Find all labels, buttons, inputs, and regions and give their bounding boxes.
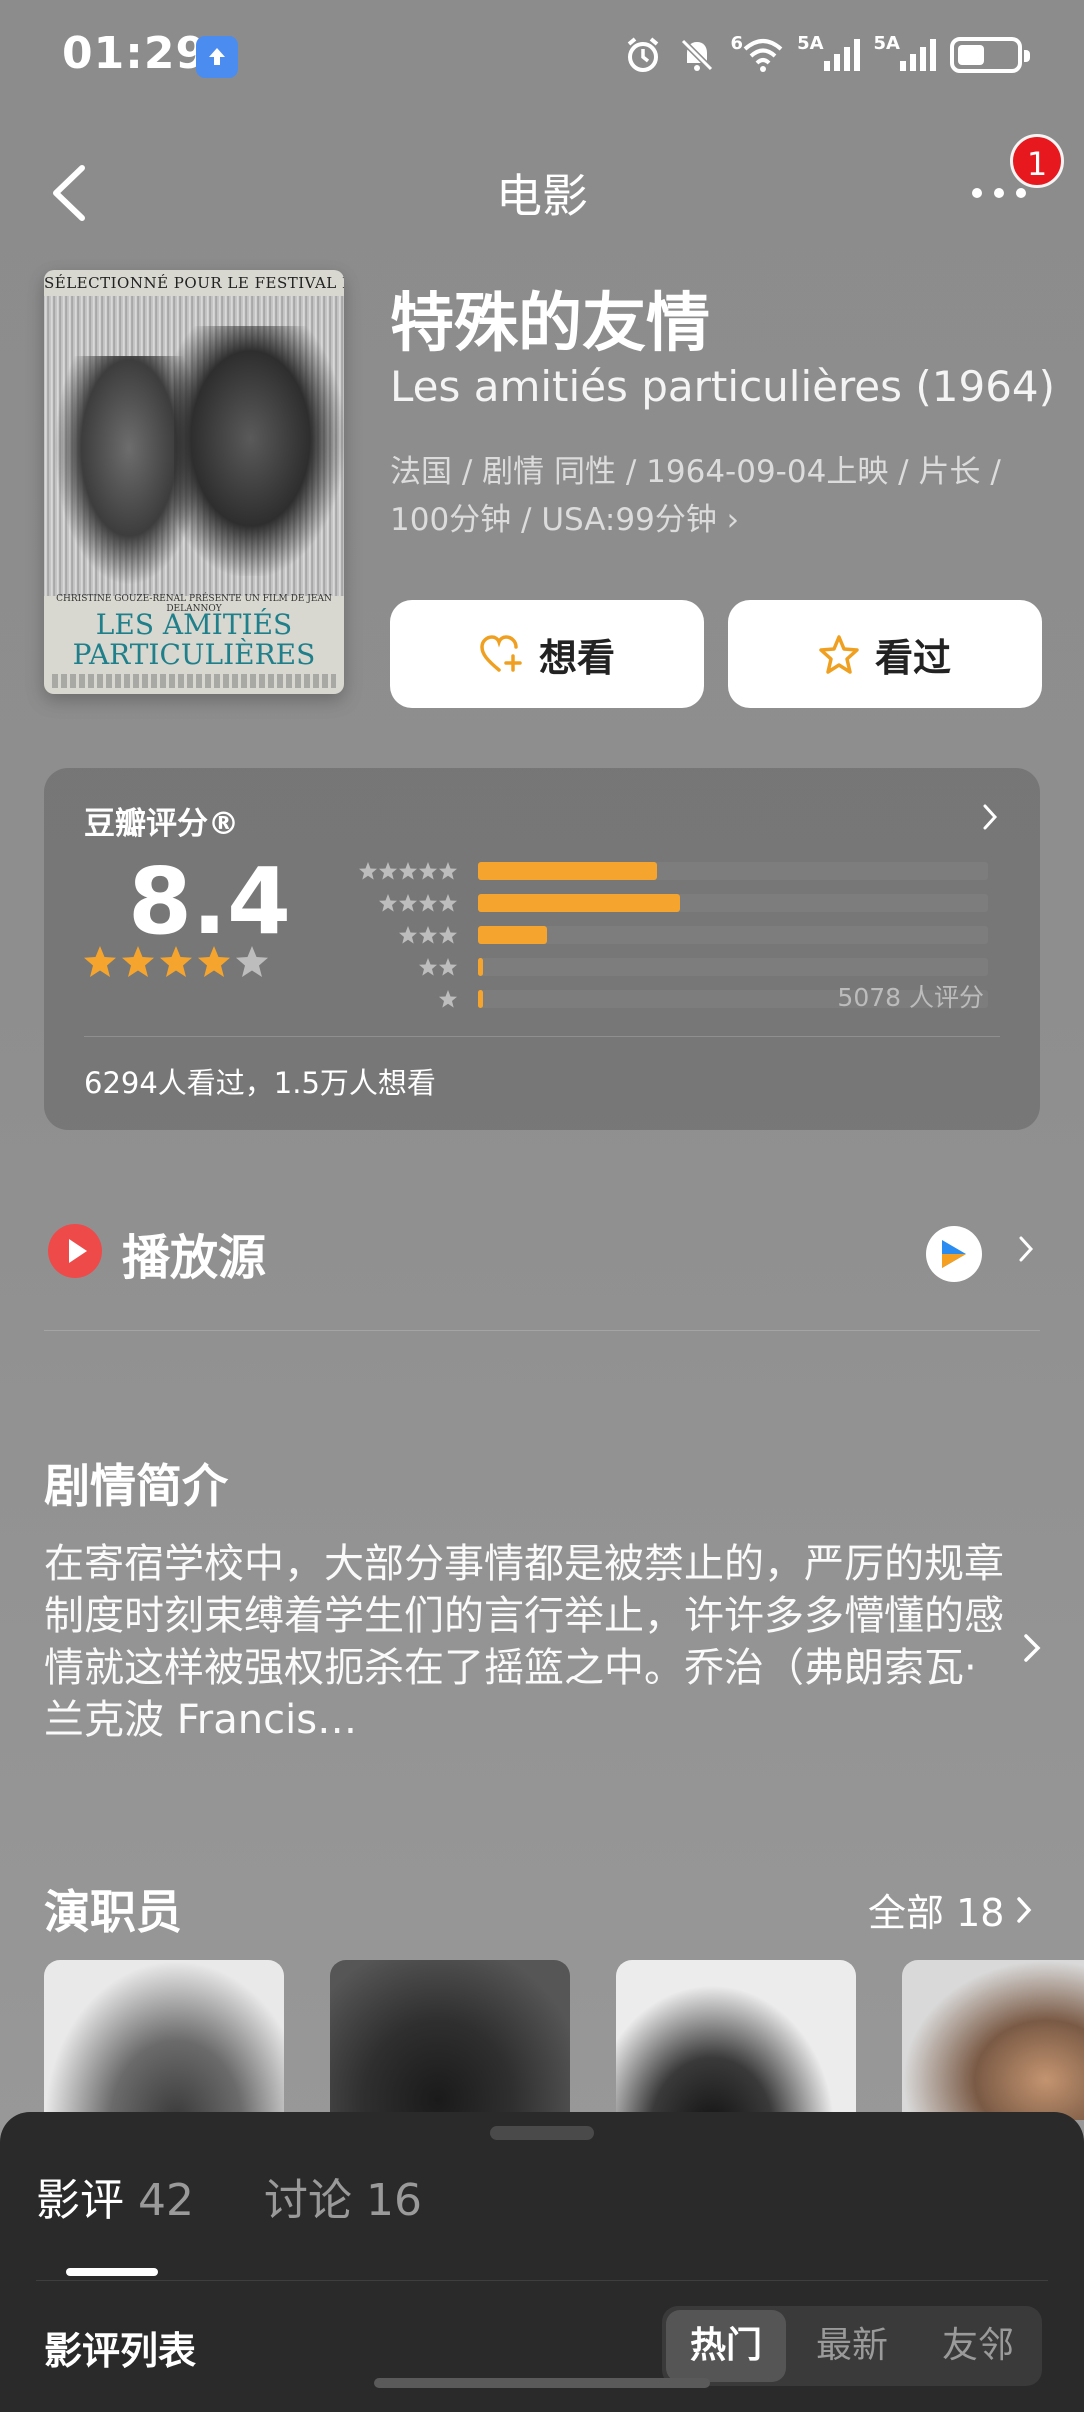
divider — [84, 1036, 1000, 1037]
tab-reviews-label: 影评 — [36, 2175, 124, 2226]
distribution-stars — [419, 958, 457, 976]
distribution-bar — [478, 990, 483, 1008]
poster-title: LES AMITIÉS PARTICULIÈRES — [44, 610, 344, 670]
movie-original-title: Les amitiés particulières (1964) — [390, 362, 1056, 411]
distribution-stars — [359, 862, 457, 880]
distribution-row — [379, 892, 988, 914]
synopsis-text[interactable]: 在寄宿学校中，大部分事情都是被禁止的，严厉的规章制度时刻束缚着学生们的言行举止，… — [44, 1538, 1004, 1746]
rating-stars — [82, 944, 270, 980]
distribution-track — [478, 958, 988, 976]
distribution-stars — [399, 926, 457, 944]
battery-icon — [950, 33, 1030, 77]
distribution-stars — [379, 894, 457, 912]
signal-label-2: 5A — [873, 32, 900, 54]
cast-photo[interactable] — [902, 1960, 1084, 2120]
movie-title: 特殊的友情 — [390, 287, 710, 361]
chevron-right-icon — [1016, 1234, 1036, 1268]
star-filled-icon — [198, 946, 230, 977]
tab-discussion[interactable]: 讨论 16 — [264, 2164, 422, 2228]
alarm-icon — [623, 33, 663, 77]
page-title: 电影 — [496, 169, 588, 223]
star-filled-icon — [160, 946, 192, 977]
want-to-watch-button[interactable]: 想看 — [390, 600, 704, 708]
poster-title-line1: LES AMITIÉS — [95, 608, 293, 641]
sort-friends[interactable]: 友邻 — [918, 2306, 1038, 2386]
distribution-bar — [478, 862, 657, 880]
distribution-row — [359, 860, 988, 882]
cast-all-label: 全部 18 — [868, 1891, 1005, 1935]
distribution-bar — [478, 894, 680, 912]
sort-latest[interactable]: 最新 — [792, 2306, 912, 2386]
chevron-right-icon — [1017, 1896, 1032, 1923]
watched-button[interactable]: 看过 — [728, 600, 1042, 708]
sheet-grabber[interactable] — [490, 2126, 594, 2140]
reviews-sheet: 影评 42 讨论 16 影评列表 热门 最新 友邻 — [0, 2112, 1084, 2412]
rating-card[interactable]: 豆瓣评分® 8.4 5078 人评分 6294人看过，1.5万人想看 — [44, 768, 1040, 1130]
sort-hot[interactable]: 热门 — [666, 2310, 786, 2382]
play-source-row[interactable]: 播放源 — [44, 1210, 1040, 1290]
cast-title: 演职员 — [44, 1885, 182, 1939]
signal-label-1: 5A — [797, 32, 824, 54]
tab-indicator — [66, 2268, 158, 2276]
star-filled-icon — [122, 946, 154, 977]
signal-icon-2: 5A — [874, 33, 936, 77]
mute-icon — [677, 33, 717, 77]
signal-icon-1: 5A — [797, 32, 860, 77]
upload-icon — [196, 36, 238, 78]
nav-bar: 电影 — [0, 140, 1084, 240]
wifi-icon: 6 — [731, 33, 784, 77]
star-outline-icon — [819, 635, 859, 674]
distribution-track — [478, 862, 988, 880]
more-icon — [972, 188, 1026, 198]
star-filled-icon — [84, 946, 116, 977]
star-empty-icon — [236, 946, 268, 977]
movie-meta[interactable]: 法国 / 剧情 同性 / 1964-09-04上映 / 片长 / 100分钟 /… — [390, 448, 1030, 544]
chevron-right-icon[interactable] — [1020, 1630, 1044, 1670]
rating-count: 5078 人评分 — [837, 983, 984, 1012]
poster-top-text: SÉLECTIONNÉ POUR LE FESTIVAL DE VENISE — [44, 274, 344, 292]
tab-reviews-count: 42 — [138, 2175, 194, 2226]
distribution-track — [478, 926, 988, 944]
seen-label: 看过 — [874, 635, 951, 680]
play-source-label: 播放源 — [122, 1230, 267, 1286]
review-list-title: 影评列表 — [44, 2329, 197, 2373]
rating-label: 豆瓣评分® — [84, 806, 239, 842]
video-app-icon — [926, 1226, 982, 1282]
cast-photo[interactable] — [44, 1960, 284, 2120]
cast-photo[interactable] — [616, 1960, 856, 2120]
distribution-row — [399, 924, 988, 946]
wifi-label: 6 — [730, 32, 744, 54]
status-bar: 01:29 6 5A 5A — [0, 0, 1084, 110]
home-indicator[interactable] — [374, 2378, 710, 2388]
play-icon — [48, 1224, 102, 1278]
poster-title-line2: PARTICULIÈRES — [72, 638, 316, 671]
status-time: 01:29 — [62, 28, 208, 79]
watch-stats: 6294人看过，1.5万人想看 — [84, 1066, 436, 1100]
synopsis-title: 剧情简介 — [44, 1459, 228, 1513]
rating-score: 8.4 — [128, 848, 291, 955]
distribution-stars — [439, 990, 457, 1008]
distribution-track — [478, 894, 988, 912]
sort-segmented-control: 热门 最新 友邻 — [662, 2306, 1042, 2386]
tab-discussion-label: 讨论 — [264, 2175, 352, 2226]
divider — [36, 2280, 1048, 2281]
chevron-right-icon — [980, 802, 1000, 836]
divider — [44, 1330, 1040, 1331]
poster-photo — [44, 296, 344, 596]
movie-poster[interactable]: SÉLECTIONNÉ POUR LE FESTIVAL DE VENISE C… — [44, 270, 344, 694]
distribution-bar — [478, 926, 547, 944]
distribution-row — [419, 956, 988, 978]
tab-discussion-count: 16 — [366, 2175, 422, 2226]
tab-reviews[interactable]: 影评 42 — [36, 2164, 194, 2228]
want-label: 想看 — [538, 635, 615, 680]
status-icons: 6 5A 5A — [623, 30, 1030, 80]
cast-list — [44, 1960, 1084, 2120]
notification-badge: 1 — [1010, 134, 1064, 188]
cast-photo[interactable] — [330, 1960, 570, 2120]
distribution-bar — [478, 958, 483, 976]
heart-plus-icon — [480, 635, 522, 672]
cast-all-link[interactable]: 全部 18 — [868, 1882, 1034, 1937]
